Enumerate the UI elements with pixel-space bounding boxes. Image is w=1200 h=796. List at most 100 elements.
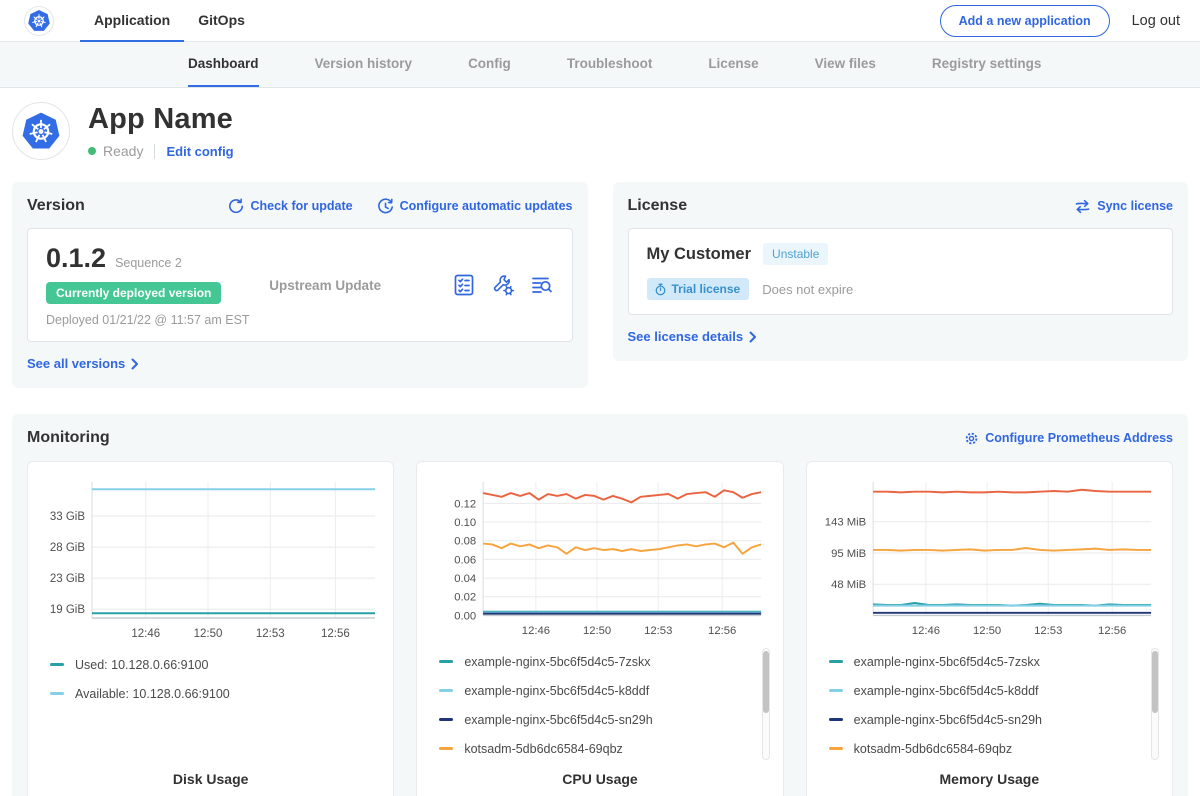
svg-text:0.02: 0.02 [455, 592, 477, 604]
sequence-label: Sequence 2 [115, 256, 182, 270]
chart-card-memory-usage: 48 MiB95 MiB143 MiB12:4612:5012:5312:56 … [806, 461, 1173, 796]
subnav-tab-version-history[interactable]: Version history [315, 42, 413, 87]
license-card: License Sync license My Customer Unstabl… [613, 182, 1189, 361]
page-title: App Name [88, 103, 234, 136]
chart-title: CPU Usage [427, 763, 772, 796]
monitoring-title: Monitoring [27, 429, 110, 447]
legend-label: example-nginx-5bc6f5d4c5-k8ddf [854, 684, 1039, 698]
svg-text:0.06: 0.06 [455, 554, 477, 566]
log-out-link[interactable]: Log out [1132, 13, 1180, 29]
line-chart: 48 MiB95 MiB143 MiB12:4612:5012:5312:56 [817, 474, 1162, 641]
view-deploy-logs-icon[interactable] [530, 273, 554, 297]
see-license-details-link[interactable]: See license details [628, 329, 758, 344]
legend-color-dash [50, 663, 64, 666]
svg-text:12:46: 12:46 [131, 628, 160, 640]
kubernetes-logo-icon[interactable] [24, 6, 54, 36]
license-expiration: Does not expire [762, 282, 853, 297]
gear-icon [964, 431, 979, 446]
legend-color-dash [439, 747, 453, 750]
legend-label: example-nginx-5bc6f5d4c5-k8ddf [464, 684, 649, 698]
configure-prometheus-link[interactable]: Configure Prometheus Address [964, 431, 1173, 446]
legend-item: example-nginx-5bc6f5d4c5-k8ddf [439, 676, 772, 705]
nav-tab-gitops[interactable]: GitOps [184, 0, 259, 42]
chevron-right-icon [749, 331, 757, 343]
see-all-versions-link[interactable]: See all versions [27, 356, 139, 371]
chart-card-disk-usage: 19 GiB23 GiB28 GiB33 GiB12:4612:5012:531… [27, 461, 394, 796]
edit-config-link[interactable]: Edit config [166, 144, 233, 159]
legend-scrollbar-thumb[interactable] [763, 651, 769, 713]
svg-text:12:56: 12:56 [708, 625, 736, 637]
chart-legend: Used: 10.128.0.66:9100 Available: 10.128.… [50, 650, 383, 763]
svg-text:0.10: 0.10 [455, 517, 477, 529]
legend-item: kotsadm-5db6dc6584-69qbz [829, 734, 1162, 763]
trial-license-badge: Trial license [647, 278, 750, 300]
chart-legend: example-nginx-5bc6f5d4c5-7zskx example-ng… [439, 647, 772, 763]
sync-arrows-icon [1074, 199, 1091, 214]
app-sub-nav: Dashboard Version history Config Troublesho… [0, 42, 1200, 88]
legend-label: example-nginx-5bc6f5d4c5-7zskx [464, 655, 650, 669]
primary-nav-tabs: ApplicationGitOps [80, 0, 259, 42]
svg-text:12:56: 12:56 [321, 628, 350, 640]
version-source-label: Upstream Update [269, 278, 451, 293]
svg-text:19 GiB: 19 GiB [50, 604, 85, 616]
legend-scrollbar-track[interactable] [1151, 648, 1159, 760]
check-for-update-link[interactable]: Check for update [228, 198, 352, 214]
legend-color-dash [829, 747, 843, 750]
version-card: Version Check for update Configure autom… [12, 182, 588, 388]
subnav-tab-registry-settings[interactable]: Registry settings [932, 42, 1042, 87]
kubernetes-logo-icon [27, 9, 51, 33]
svg-text:12:53: 12:53 [256, 628, 285, 640]
legend-item: kotsadm-5db6dc6584-69qbz [439, 734, 772, 763]
svg-text:0.00: 0.00 [455, 610, 477, 622]
add-new-application-button[interactable]: Add a new application [940, 5, 1110, 37]
currently-deployed-badge: Currently deployed version [46, 282, 221, 304]
subnav-tab-config[interactable]: Config [468, 42, 511, 87]
stopwatch-icon [654, 283, 667, 296]
svg-text:28 GiB: 28 GiB [50, 542, 85, 554]
channel-badge: Unstable [763, 243, 828, 265]
svg-text:12:50: 12:50 [973, 625, 1001, 637]
legend-item: example-nginx-5bc6f5d4c5-k8ddf [829, 676, 1162, 705]
configure-automatic-updates-link[interactable]: Configure automatic updates [377, 198, 573, 215]
sync-license-link[interactable]: Sync license [1074, 199, 1173, 214]
legend-item: Used: 10.128.0.66:9100 [50, 650, 383, 679]
status-badge: Ready [103, 143, 143, 159]
svg-text:12:50: 12:50 [583, 625, 611, 637]
monitoring-section: Monitoring Configure Prometheus Address … [12, 414, 1188, 796]
preflight-checks-icon[interactable] [452, 273, 476, 297]
legend-scrollbar-thumb[interactable] [1152, 651, 1158, 713]
svg-text:0.04: 0.04 [455, 573, 477, 585]
svg-text:12:53: 12:53 [1034, 625, 1062, 637]
legend-color-dash [829, 689, 843, 692]
legend-color-dash [439, 660, 453, 663]
chart-card-cpu-usage: 0.000.020.040.060.080.100.1212:4612:5012… [416, 461, 783, 796]
legend-color-dash [50, 692, 64, 695]
app-avatar [12, 102, 70, 160]
legend-item: example-nginx-5bc6f5d4c5-7zskx [439, 647, 772, 676]
legend-scrollbar-track[interactable] [762, 648, 770, 760]
clock-refresh-icon [377, 198, 394, 215]
divider [154, 144, 155, 159]
nav-tab-application[interactable]: Application [80, 0, 184, 42]
legend-label: Available: 10.128.0.66:9100 [75, 687, 230, 701]
legend-item: example-nginx-5bc6f5d4c5-sn29h [829, 705, 1162, 734]
svg-text:12:46: 12:46 [522, 625, 550, 637]
legend-item: example-nginx-5bc6f5d4c5-7zskx [829, 647, 1162, 676]
subnav-tab-dashboard[interactable]: Dashboard [188, 42, 259, 87]
subnav-tab-view-files[interactable]: View files [815, 42, 876, 87]
legend-color-dash [439, 718, 453, 721]
edit-config-wrench-icon[interactable] [491, 273, 515, 297]
legend-label: Used: 10.128.0.66:9100 [75, 658, 208, 672]
svg-text:12:53: 12:53 [644, 625, 672, 637]
line-chart: 0.000.020.040.060.080.100.1212:4612:5012… [427, 474, 772, 641]
chevron-right-icon [131, 358, 139, 370]
legend-color-dash [829, 660, 843, 663]
line-chart: 19 GiB23 GiB28 GiB33 GiB12:4612:5012:531… [38, 474, 383, 644]
svg-text:12:46: 12:46 [911, 625, 939, 637]
subnav-tab-license[interactable]: License [708, 42, 758, 87]
chart-title: Memory Usage [817, 763, 1162, 796]
version-card-title: Version [27, 197, 85, 215]
svg-text:0.12: 0.12 [455, 498, 477, 510]
svg-text:12:56: 12:56 [1098, 625, 1126, 637]
subnav-tab-troubleshoot[interactable]: Troubleshoot [567, 42, 653, 87]
